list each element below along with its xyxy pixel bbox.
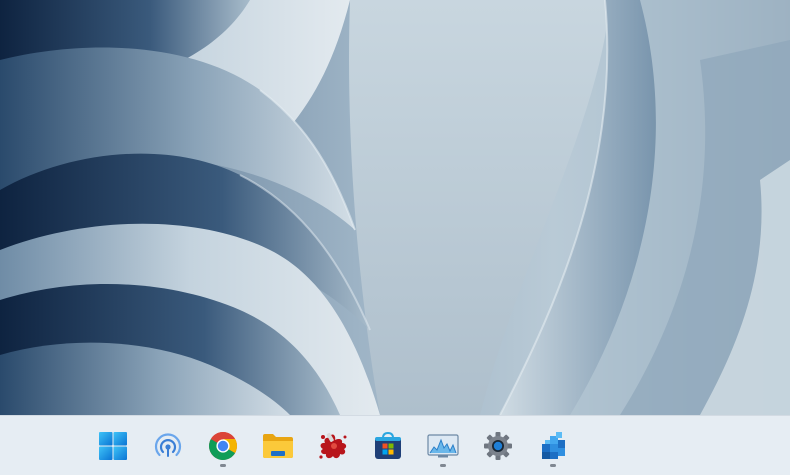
store-bag-icon [375, 431, 401, 459]
start-button[interactable] [91, 424, 135, 468]
app-blocks-button[interactable] [531, 424, 575, 468]
chrome-button[interactable] [201, 424, 245, 468]
gear-icon [484, 432, 512, 460]
desktop [0, 0, 790, 475]
microsoft-store-button[interactable] [366, 424, 410, 468]
desktop-wallpaper [0, 0, 790, 415]
folder-icon [263, 434, 293, 458]
performance-monitor-button[interactable] [421, 424, 465, 468]
paint-button[interactable] [311, 424, 355, 468]
running-indicator [550, 464, 556, 467]
windows-start-icon [99, 432, 127, 460]
file-explorer-button[interactable] [256, 424, 300, 468]
chrome-icon [209, 432, 237, 460]
settings-button[interactable] [476, 424, 520, 468]
monitor-graph-icon [427, 434, 459, 458]
taskbar [0, 415, 790, 475]
wireless-display-button[interactable] [146, 424, 190, 468]
wireless-signal-icon [154, 433, 182, 457]
running-indicator [220, 464, 226, 467]
running-indicator [440, 464, 446, 467]
paint-splat-icon [319, 432, 347, 459]
blue-cubes-icon [542, 432, 565, 459]
